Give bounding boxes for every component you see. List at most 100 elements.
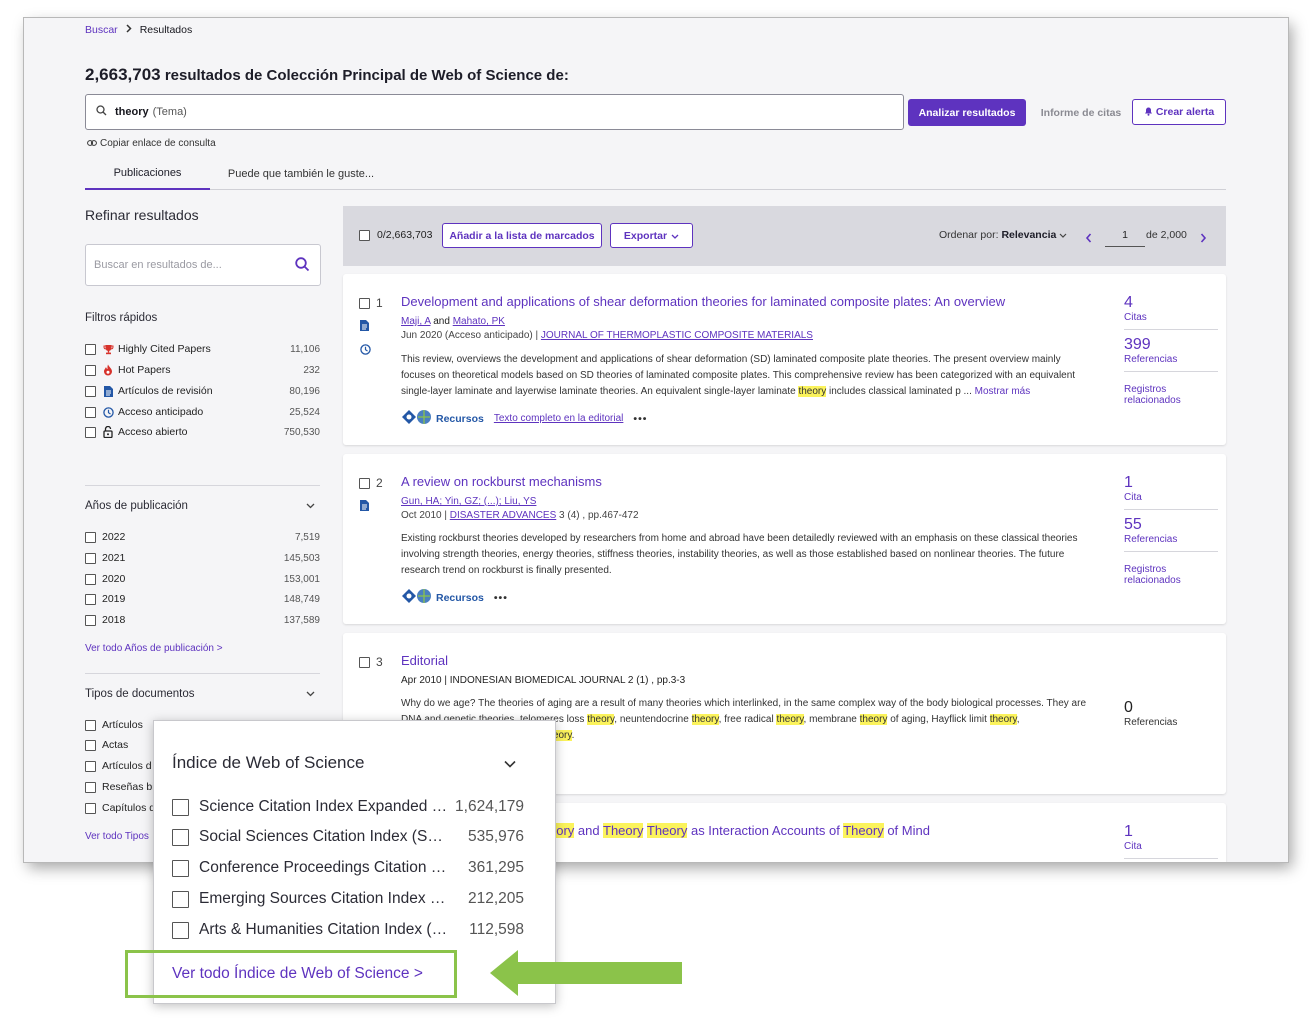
year-filter-2020[interactable]: 2020 153,001 xyxy=(85,571,320,587)
checkbox[interactable] xyxy=(85,552,96,564)
checkbox[interactable] xyxy=(85,364,96,376)
checkbox[interactable] xyxy=(85,426,96,438)
wos-index-filter[interactable]: Social Sciences Citation Index (SSCI) 53… xyxy=(172,826,524,848)
more-options-icon[interactable]: ••• xyxy=(494,592,508,604)
citations-label[interactable]: Citas xyxy=(1124,312,1218,323)
checkbox[interactable] xyxy=(85,739,96,751)
references-label[interactable]: Referencias xyxy=(1124,354,1218,365)
add-to-marked-list-button[interactable]: Añadir a la lista de marcados xyxy=(442,223,602,248)
select-all-checkbox[interactable] xyxy=(359,230,370,241)
wos-index-filter[interactable]: Science Citation Index Expanded (SCI-EXP… xyxy=(172,796,524,818)
quick-filter-early-access[interactable]: Acceso anticipado 25,524 xyxy=(85,404,320,420)
checkbox[interactable] xyxy=(85,406,96,418)
result-title[interactable]: Development and applications of shear de… xyxy=(401,294,1005,309)
analyze-results-button[interactable]: Analizar resultados xyxy=(908,99,1026,126)
result-checkbox[interactable] xyxy=(359,298,370,309)
checkbox[interactable] xyxy=(85,343,96,355)
result-title[interactable]: eory and Theory Theory as Interaction Ac… xyxy=(549,823,930,838)
quick-filter-highly-cited[interactable]: Highly Cited Papers 11,106 xyxy=(85,341,320,357)
author-link[interactable]: Maji, A xyxy=(401,316,430,327)
refine-search-input[interactable]: Buscar en resultados de... xyxy=(85,244,321,286)
result-title[interactable]: A review on rockburst mechanisms xyxy=(401,474,602,489)
checkbox[interactable] xyxy=(85,802,96,814)
checkbox[interactable] xyxy=(85,719,96,731)
page-input[interactable]: 1 xyxy=(1105,223,1145,247)
checkbox[interactable] xyxy=(85,614,96,626)
filter-count: 137,589 xyxy=(283,614,320,626)
checkbox[interactable] xyxy=(172,890,189,908)
copy-query-link[interactable]: Copiar enlace de consulta xyxy=(87,138,216,149)
related-records-link[interactable]: Registros relacionados xyxy=(1124,564,1218,586)
title-text: of Mind xyxy=(887,823,930,838)
checkbox[interactable] xyxy=(85,531,96,543)
next-page-icon[interactable] xyxy=(1200,230,1207,248)
checkbox[interactable] xyxy=(85,781,96,793)
result-checkbox[interactable] xyxy=(359,478,370,489)
citations-count[interactable]: 4 xyxy=(1124,294,1218,312)
quick-filter-review-articles[interactable]: Artículos de revisión 80,196 xyxy=(85,383,320,399)
year-filter-2018[interactable]: 2018 137,589 xyxy=(85,612,320,628)
result-type-icons xyxy=(360,498,369,516)
year-filter-2022[interactable]: 2022 7,519 xyxy=(85,529,320,545)
wos-index-filter[interactable]: Conference Proceedings Citation Index 36… xyxy=(172,857,524,879)
citations-count[interactable]: 1 xyxy=(1124,823,1218,841)
result-meta: Oct 2010 | DISASTER ADVANCES 3 (4) , pp.… xyxy=(401,510,639,521)
references-label[interactable]: Referencias xyxy=(1124,534,1218,545)
breadcrumb-search-link[interactable]: Buscar xyxy=(85,24,118,36)
checkbox[interactable] xyxy=(85,760,96,772)
year-filter-2019[interactable]: 2019 148,749 xyxy=(85,591,320,607)
checkbox[interactable] xyxy=(172,798,189,816)
references-count[interactable]: 55 xyxy=(1124,516,1218,534)
query-box[interactable]: theory (Tema) xyxy=(85,94,904,130)
checkbox[interactable] xyxy=(172,859,189,877)
prev-page-icon[interactable] xyxy=(1085,230,1092,248)
create-alert-button[interactable]: Crear alerta xyxy=(1132,99,1226,125)
tab-you-may-like[interactable]: Puede que también le guste... xyxy=(221,158,381,190)
years-title[interactable]: Años de publicación xyxy=(85,500,188,512)
result-checkbox[interactable] xyxy=(359,657,370,668)
checkbox[interactable] xyxy=(85,573,96,585)
divider xyxy=(1124,858,1218,859)
citations-label[interactable]: Cita xyxy=(1124,492,1218,503)
resources-link[interactable]: Recursos xyxy=(401,409,484,428)
doctypes-title[interactable]: Tipos de documentos xyxy=(85,688,195,700)
chevron-down-icon[interactable] xyxy=(504,755,516,772)
journal-link[interactable]: JOURNAL OF THERMOPLASTIC COMPOSITE MATER… xyxy=(541,330,813,341)
chevron-down-icon[interactable] xyxy=(306,500,315,512)
author-link[interactable]: Mahato, PK xyxy=(453,316,505,327)
resources-link[interactable]: Recursos xyxy=(401,588,484,607)
search-icon[interactable] xyxy=(295,257,310,275)
result-card: 1 Development and applications of shear … xyxy=(343,274,1226,445)
see-all-doctypes-link[interactable]: Ver todo Tipos xyxy=(85,831,149,842)
sort-control[interactable]: Ordenar por: Relevancia xyxy=(939,229,1067,241)
refine-search-placeholder: Buscar en resultados de... xyxy=(94,259,222,271)
checkbox[interactable] xyxy=(85,593,96,605)
tab-publications[interactable]: Publicaciones xyxy=(85,158,210,190)
journal-link[interactable]: DISASTER ADVANCES xyxy=(450,510,557,521)
author-links[interactable]: Gun, HA; Yin, GZ; (...); Liu, YS xyxy=(401,496,536,507)
wos-index-filter[interactable]: Arts & Humanities Citation Index (A&HCI)… xyxy=(172,919,524,941)
export-button[interactable]: Exportar xyxy=(610,223,693,248)
quick-filter-open-access[interactable]: Acceso abierto 750,530 xyxy=(85,424,320,440)
full-text-link[interactable]: Texto completo en la editorial xyxy=(494,413,624,424)
see-all-years-link[interactable]: Ver todo Años de publicación > xyxy=(85,643,223,654)
citations-count[interactable]: 1 xyxy=(1124,474,1218,492)
checkbox[interactable] xyxy=(85,385,96,397)
checkbox[interactable] xyxy=(172,828,189,846)
wos-index-filter[interactable]: Emerging Sources Citation Index (ESCI) 2… xyxy=(172,888,524,910)
quick-filter-hot-papers[interactable]: Hot Papers 232 xyxy=(85,362,320,378)
references-count[interactable]: 399 xyxy=(1124,336,1218,354)
wos-index-title[interactable]: Índice de Web of Science xyxy=(172,753,364,773)
copy-query-label: Copiar enlace de consulta xyxy=(100,138,216,149)
result-volume: 3 (4) , pp.467-472 xyxy=(559,510,639,521)
more-options-icon[interactable]: ••• xyxy=(633,413,647,425)
citation-report-button[interactable]: Informe de citas xyxy=(1032,99,1130,126)
chevron-down-icon[interactable] xyxy=(306,688,315,700)
result-title[interactable]: Editorial xyxy=(401,653,448,668)
year-filter-2021[interactable]: 2021 145,503 xyxy=(85,550,320,566)
show-more-link[interactable]: Mostrar más xyxy=(975,386,1031,397)
related-records-link[interactable]: Registros relacionados xyxy=(1124,384,1218,406)
citations-label[interactable]: Cita xyxy=(1124,841,1218,852)
query-term: theory xyxy=(115,106,149,118)
checkbox[interactable] xyxy=(172,921,189,939)
